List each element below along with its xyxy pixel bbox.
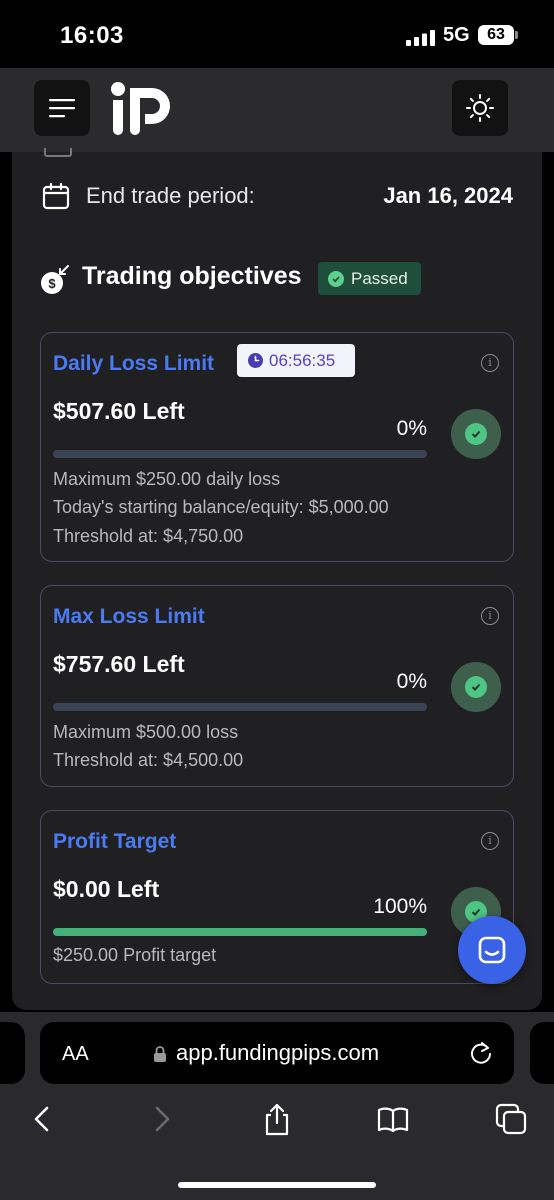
detail-line: Maximum $500.00 loss: [53, 722, 239, 742]
calendar-icon-partial: [44, 148, 72, 157]
sun-icon: [466, 94, 494, 122]
amount-left: $757.60 Left: [53, 651, 185, 677]
tabs-icon[interactable]: [494, 1102, 528, 1136]
battery-nub: [515, 31, 518, 39]
card-title: Max Loss Limit: [53, 605, 205, 628]
previous-tab-peek[interactable]: [0, 1022, 25, 1084]
chat-icon: [478, 936, 506, 964]
countdown-timer: 06:56:35: [237, 344, 355, 377]
signal-icon: [406, 30, 435, 46]
passed-badge: Passed: [318, 262, 421, 295]
forward-icon[interactable]: [144, 1102, 178, 1136]
battery-level: 63: [487, 26, 505, 43]
end-trade-label: End trade period:: [86, 183, 255, 208]
theme-toggle-button[interactable]: [452, 80, 508, 136]
profit-target-card: Profit Target i $0.00 Left 100% $250.00 …: [40, 810, 514, 984]
hamburger-icon: [49, 99, 75, 118]
money-bag-icon: $: [41, 265, 69, 294]
timer-value: 06:56:35: [269, 350, 336, 370]
amount-left: $0.00 Left: [53, 876, 160, 902]
calendar-icon: [42, 182, 70, 210]
lock-icon: [154, 1046, 166, 1062]
chat-launcher-button[interactable]: [458, 916, 526, 984]
daily-loss-limit-card: Daily Loss Limit 06:56:35 i $507.60 Left…: [40, 332, 514, 562]
progress-bar: [53, 928, 427, 936]
info-icon[interactable]: i: [481, 832, 499, 850]
back-icon[interactable]: [26, 1102, 60, 1136]
progress-fill: [53, 928, 427, 936]
progress-percent: 0%: [396, 670, 427, 693]
detail-line: Threshold at: $4,750.00: [53, 526, 244, 546]
status-check-icon: [451, 662, 501, 712]
detail-line: Today's starting balance/equity: $5,000.…: [53, 497, 389, 517]
info-icon[interactable]: i: [481, 354, 499, 372]
battery-icon: 63: [478, 25, 514, 45]
max-loss-limit-card: Max Loss Limit i $757.60 Left 0% Maximum…: [40, 585, 514, 787]
next-tab-peek[interactable]: [530, 1022, 554, 1084]
status-time: 16:03: [60, 22, 124, 49]
amount-left: $507.60 Left: [53, 398, 185, 424]
check-icon: [328, 270, 344, 287]
menu-button[interactable]: [34, 80, 90, 136]
reload-icon[interactable]: [468, 1040, 494, 1066]
passed-label: Passed: [351, 268, 408, 288]
share-icon[interactable]: [260, 1102, 294, 1136]
progress-bar: [53, 703, 427, 711]
status-check-icon: [451, 409, 501, 459]
objectives-title: Trading objectives: [82, 262, 302, 290]
progress-bar: [53, 450, 427, 458]
svg-text:$: $: [48, 276, 56, 291]
card-title: Profit Target: [53, 830, 177, 853]
end-trade-value: Jan 16, 2024: [383, 183, 513, 208]
detail-line: Threshold at: $4,500.00: [53, 750, 244, 770]
home-indicator: [178, 1182, 376, 1188]
detail-line: Maximum $250.00 daily loss: [53, 469, 281, 489]
url-text[interactable]: app.fundingpips.com: [176, 1040, 379, 1066]
progress-percent: 0%: [396, 417, 427, 440]
fundingpips-logo[interactable]: [106, 78, 176, 140]
info-icon[interactable]: i: [481, 607, 499, 625]
detail-line: $250.00 Profit target: [53, 945, 217, 965]
network-label: 5G: [443, 24, 470, 46]
clock-icon: [248, 353, 263, 368]
card-title: Daily Loss Limit: [53, 352, 215, 375]
text-size-button[interactable]: AA: [62, 1043, 89, 1066]
progress-percent: 100%: [373, 895, 427, 918]
bookmarks-icon[interactable]: [376, 1102, 410, 1136]
